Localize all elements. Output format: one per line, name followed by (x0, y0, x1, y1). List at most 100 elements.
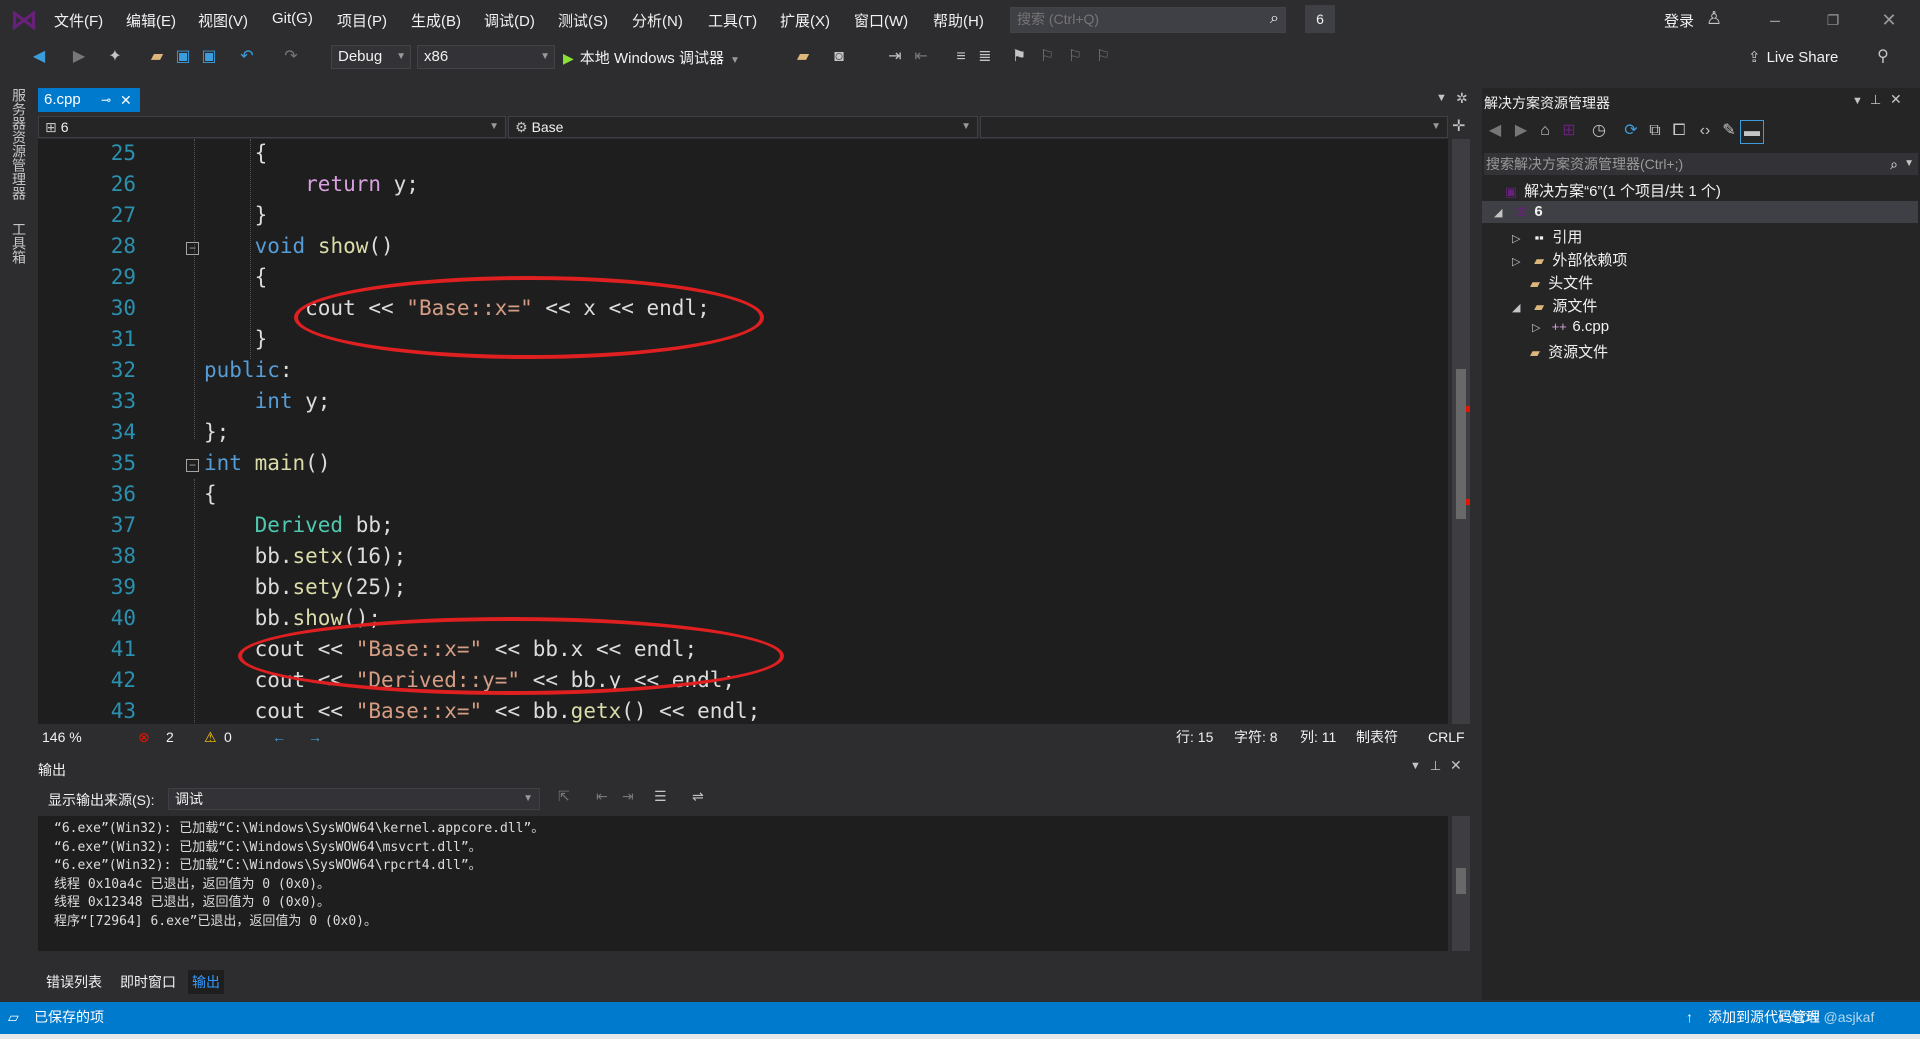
close-window-button[interactable]: ✕ (1866, 6, 1912, 34)
preview-icon[interactable]: ▬ (1740, 120, 1764, 144)
tree-solution[interactable]: ▣ 解决方案“6”(1 个项目/共 1 个) (1502, 180, 1721, 201)
undo-icon[interactable]: ↶ (236, 46, 258, 68)
tree-item-cpp-file[interactable]: ▷ ++ 6.cpp (1532, 318, 1609, 335)
indent-icon[interactable]: ≡ (950, 46, 972, 68)
collapsed-icon[interactable]: ▷ (1532, 321, 1546, 334)
output-source-dropdown[interactable]: 调试 ▼ (168, 788, 540, 810)
pin-icon[interactable]: ⊥ (1430, 758, 1441, 774)
home-icon[interactable]: ⌂ (1534, 120, 1556, 142)
pin-icon[interactable]: ⊸ (101, 88, 111, 112)
output-scrollbar[interactable] (1452, 816, 1470, 951)
expanded-icon[interactable]: ◢ (1512, 301, 1526, 314)
error-count[interactable]: 2 (166, 727, 174, 747)
menu-extensions[interactable]: 扩展(X) (780, 10, 830, 31)
pin-icon[interactable]: ⊥ (1870, 92, 1881, 108)
collapse-all-icon[interactable]: ⧉ (1644, 120, 1666, 142)
server-explorer-tab[interactable]: 服务器资源管理器 (9, 88, 29, 200)
word-wrap-icon[interactable]: ⇌ (692, 788, 704, 805)
pending-changes-icon[interactable]: ◷ (1588, 120, 1610, 142)
bookmark-icon[interactable]: ⚑ (1008, 46, 1030, 68)
save-icon[interactable]: ▣ (172, 46, 194, 68)
menu-debug[interactable]: 调试(D) (484, 10, 535, 31)
close-icon[interactable]: ✕ (120, 88, 132, 112)
live-share-button[interactable]: ⇪ Live Share (1748, 48, 1838, 66)
editor-scrollbar[interactable] (1452, 139, 1470, 724)
properties-icon[interactable]: ✎ (1718, 120, 1740, 142)
menu-help[interactable]: 帮助(H) (933, 10, 984, 31)
previous-issue-icon[interactable]: ← (272, 727, 286, 747)
collapsed-icon[interactable]: ▷ (1512, 255, 1526, 268)
tree-project[interactable]: ◢ ⊞ 6 (1494, 203, 1543, 220)
project-dropdown[interactable]: ⊞ 6 ▼ (38, 116, 506, 138)
tree-item-resource-files[interactable]: ▰ 资源文件 (1526, 341, 1608, 362)
collapse-icon[interactable]: − (186, 242, 199, 255)
next-message-icon[interactable]: ⇥ (622, 788, 634, 805)
tab-error-list[interactable]: 错误列表 (42, 970, 106, 994)
close-icon[interactable]: ✕ (1450, 757, 1462, 774)
clear-all-icon[interactable]: ☰ (654, 788, 667, 805)
toolbox-tab[interactable]: 工具箱 (9, 222, 29, 264)
login-button[interactable]: 登录 (1664, 10, 1694, 31)
menu-git[interactable]: Git(G) (272, 10, 313, 27)
prev-message-icon[interactable]: ⇤ (596, 788, 608, 805)
forward-icon[interactable]: ▶ (1510, 120, 1532, 142)
menu-build[interactable]: 生成(B) (411, 10, 461, 31)
menu-test[interactable]: 测试(S) (558, 10, 608, 31)
open-folder-icon[interactable]: ▰ (146, 46, 168, 68)
expanded-icon[interactable]: ◢ (1494, 206, 1508, 219)
redo-icon[interactable]: ↷ (280, 46, 302, 68)
chevron-down-icon[interactable]: ▼ (1410, 760, 1421, 772)
forward-icon[interactable]: ▶ (68, 46, 90, 68)
tree-item-source-files[interactable]: ◢ ▰ 源文件 (1512, 295, 1597, 316)
configuration-dropdown[interactable]: Debug ▼ (331, 45, 411, 69)
tree-item-external-deps[interactable]: ▷ ▰ 外部依赖项 (1512, 249, 1627, 270)
solution-search-box[interactable]: 搜索解决方案资源管理器(Ctrl+;) ⌕ ▼ (1484, 153, 1918, 175)
start-debugging-button[interactable]: ▶ 本地 Windows 调试器 ▼ (563, 46, 740, 70)
document-tab[interactable]: 6.cpp ⊸ ✕ (38, 88, 140, 112)
prev-bookmark-icon[interactable]: ⚐ (1036, 46, 1058, 68)
view-code-icon[interactable]: ‹› (1694, 120, 1716, 142)
menu-window[interactable]: 窗口(W) (854, 10, 908, 31)
line-ending[interactable]: CRLF (1428, 727, 1465, 747)
menu-edit[interactable]: 编辑(E) (126, 10, 176, 31)
search-box[interactable]: ⌕ (1010, 7, 1286, 33)
outdent-icon[interactable]: ≣ (974, 46, 996, 68)
menu-file[interactable]: 文件(F) (54, 10, 103, 31)
tab-output[interactable]: 输出 (188, 970, 224, 994)
tree-item-header-files[interactable]: ▰ 头文件 (1526, 272, 1593, 293)
zoom-level[interactable]: 146 % (42, 727, 82, 747)
chevron-down-icon[interactable]: ▼ (1852, 95, 1863, 107)
account-icon[interactable]: ♙ (1706, 8, 1722, 29)
warning-count[interactable]: 0 (224, 727, 232, 747)
menu-analyze[interactable]: 分析(N) (632, 10, 683, 31)
platform-dropdown[interactable]: x86 ▼ (417, 45, 555, 69)
save-all-icon[interactable]: ▣ (198, 46, 220, 68)
output-text-area[interactable]: “6.exe”(Win32): 已加载“C:\Windows\SysWOW64\… (38, 816, 1448, 951)
tab-immediate-window[interactable]: 即时窗口 (116, 970, 180, 994)
sync-icon[interactable]: ⟳ (1620, 120, 1642, 142)
collapsed-icon[interactable]: ▷ (1512, 232, 1526, 245)
code-editor[interactable]: 25 26 27 28 29 30 31 32 33 34 35 36 37 3… (38, 139, 1448, 724)
next-bookmark-icon[interactable]: ⚐ (1064, 46, 1086, 68)
screenshot-icon[interactable]: ◙ (828, 46, 850, 68)
new-project-icon[interactable]: ✦ (104, 46, 126, 68)
minimize-button[interactable]: – (1752, 6, 1798, 34)
tab-mode[interactable]: 制表符 (1356, 727, 1398, 747)
member-dropdown[interactable]: ▼ (980, 116, 1448, 138)
chevron-down-icon[interactable]: ▼ (1904, 153, 1914, 175)
tree-item-references[interactable]: ▷ ▪▪ 引用 (1512, 226, 1582, 247)
step-over-icon[interactable]: ⇤ (910, 46, 932, 68)
browse-folder-icon[interactable]: ▰ (792, 46, 814, 68)
show-all-files-icon[interactable]: ⧠ (1668, 120, 1690, 142)
find-message-icon[interactable]: ⇱ (558, 788, 570, 805)
back-icon[interactable]: ◀ (1484, 120, 1506, 142)
menu-view[interactable]: 视图(V) (198, 10, 248, 31)
collapse-icon[interactable]: − (186, 459, 199, 472)
clear-bookmarks-icon[interactable]: ⚐ (1092, 46, 1114, 68)
scrollbar-thumb[interactable] (1456, 369, 1466, 519)
gear-icon[interactable]: ✲ (1456, 90, 1468, 107)
feedback-icon[interactable]: ⚲ (1872, 46, 1894, 68)
scrollbar-thumb[interactable] (1456, 868, 1466, 894)
close-icon[interactable]: ✕ (1890, 91, 1902, 108)
scope-dropdown[interactable]: ⚙ Base ▼ (508, 116, 978, 138)
